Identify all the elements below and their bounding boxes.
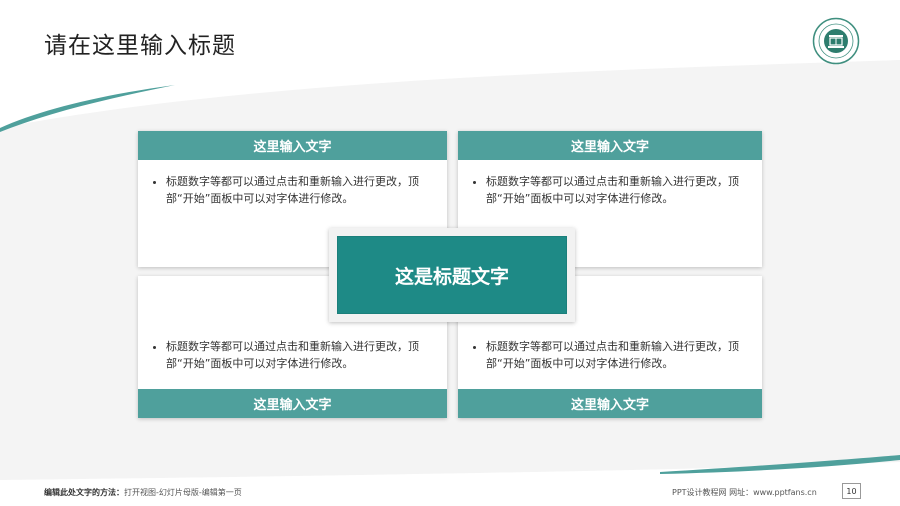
footer-website: PPT设计教程网 网址：www.pptfans.cn: [672, 488, 817, 497]
page-number: 10: [842, 483, 861, 499]
center-title-frame: 这是标题文字: [329, 228, 575, 322]
card-body: 标题数字等都可以通过点击和重新输入进行更改，顶部“开始”面板中可以对字体进行修改…: [150, 338, 435, 372]
footer-instructions-label: 编辑此处文字的方法：: [44, 488, 124, 497]
card-bullet-text: 标题数字等都可以通过点击和重新输入进行更改，顶部“开始”面板中可以对字体进行修改…: [486, 338, 750, 372]
center-title: 这是标题文字: [337, 236, 567, 314]
card-bullet-text: 标题数字等都可以通过点击和重新输入进行更改，顶部“开始”面板中可以对字体进行修改…: [166, 173, 435, 207]
card-bullet-text: 标题数字等都可以通过点击和重新输入进行更改，顶部“开始”面板中可以对字体进行修改…: [486, 173, 750, 207]
card-body: 标题数字等都可以通过点击和重新输入进行更改，顶部“开始”面板中可以对字体进行修改…: [470, 338, 750, 372]
card-header: 这里输入文字: [138, 389, 447, 418]
card-bullet-text: 标题数字等都可以通过点击和重新输入进行更改，顶部“开始”面板中可以对字体进行修改…: [166, 338, 435, 372]
card-body: 标题数字等都可以通过点击和重新输入进行更改，顶部“开始”面板中可以对字体进行修改…: [470, 173, 750, 207]
card-header: 这里输入文字: [138, 131, 447, 160]
footer-instructions: 编辑此处文字的方法：打开视图-幻灯片母版-编辑第一页: [44, 487, 242, 498]
footer-instructions-text: 打开视图-幻灯片母版-编辑第一页: [124, 488, 242, 497]
slide-title: 请在这里输入标题: [44, 33, 236, 59]
university-seal-icon: [812, 17, 860, 65]
card-body: 标题数字等都可以通过点击和重新输入进行更改，顶部“开始”面板中可以对字体进行修改…: [150, 173, 435, 207]
card-header: 这里输入文字: [458, 131, 762, 160]
card-header: 这里输入文字: [458, 389, 762, 418]
